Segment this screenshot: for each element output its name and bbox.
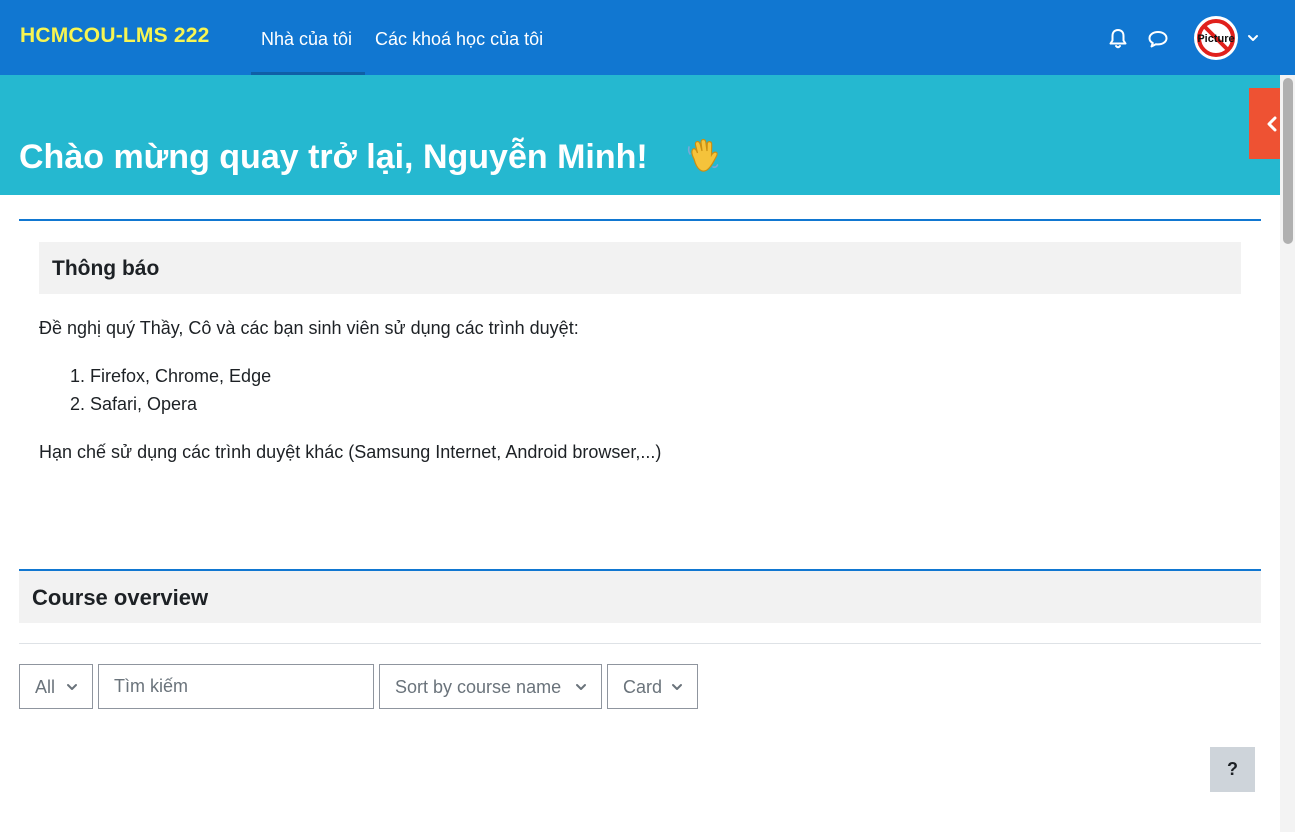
announcement-footer: Hạn chế sử dụng các trình duyệt khác (Sa… (39, 442, 662, 462)
course-search-field[interactable] (98, 664, 374, 709)
chevron-left-icon (1267, 116, 1277, 132)
chevron-down-icon (576, 684, 586, 690)
top-navbar: HCMCOU-LMS 222 Nhà của tôi Các khoá học … (0, 0, 1295, 75)
course-overview-header: Course overview (19, 571, 1261, 623)
chat-bubble-icon[interactable] (1146, 27, 1170, 51)
sort-dropdown[interactable]: Sort by course name (379, 664, 602, 709)
view-mode-label: Card (623, 677, 663, 697)
user-avatar[interactable]: Picture (1194, 16, 1238, 60)
waving-hand-icon (687, 138, 719, 172)
chevron-down-icon (67, 684, 77, 690)
nav-link-home[interactable]: Nhà của tôi (261, 29, 352, 50)
scrollbar-thumb[interactable] (1283, 78, 1293, 244)
announcement-title: Thông báo (52, 257, 160, 280)
search-input[interactable] (99, 665, 372, 708)
grouping-filter-dropdown[interactable]: All (19, 664, 93, 709)
avatar-text: Picture (1197, 33, 1234, 45)
announcement-intro: Đề nghị quý Thầy, Cô và các bạn sinh viê… (39, 318, 579, 338)
chevron-down-icon[interactable] (1246, 32, 1260, 44)
welcome-banner: Chào mừng quay trở lại, Nguyễn Minh! (0, 75, 1280, 195)
bell-icon[interactable] (1106, 27, 1130, 51)
nav-link-my-courses[interactable]: Các khoá học của tôi (375, 29, 543, 50)
list-item: 1. Firefox, Chrome, Edge (70, 366, 272, 386)
list-item: 2. Safari, Opera (70, 394, 198, 414)
help-button[interactable]: ? (1210, 747, 1255, 792)
course-overview-title: Course overview (32, 585, 209, 610)
site-brand[interactable]: HCMCOU-LMS 222 (20, 24, 209, 48)
grouping-filter-label: All (35, 677, 56, 697)
chevron-down-icon (672, 684, 682, 690)
welcome-message: Chào mừng quay trở lại, Nguyễn Minh! (19, 138, 648, 176)
block-divider (19, 219, 1261, 221)
sort-label: Sort by course name (395, 677, 562, 697)
section-separator (19, 643, 1261, 644)
announcement-header: Thông báo (39, 242, 1241, 294)
view-mode-dropdown[interactable]: Card (607, 664, 698, 709)
